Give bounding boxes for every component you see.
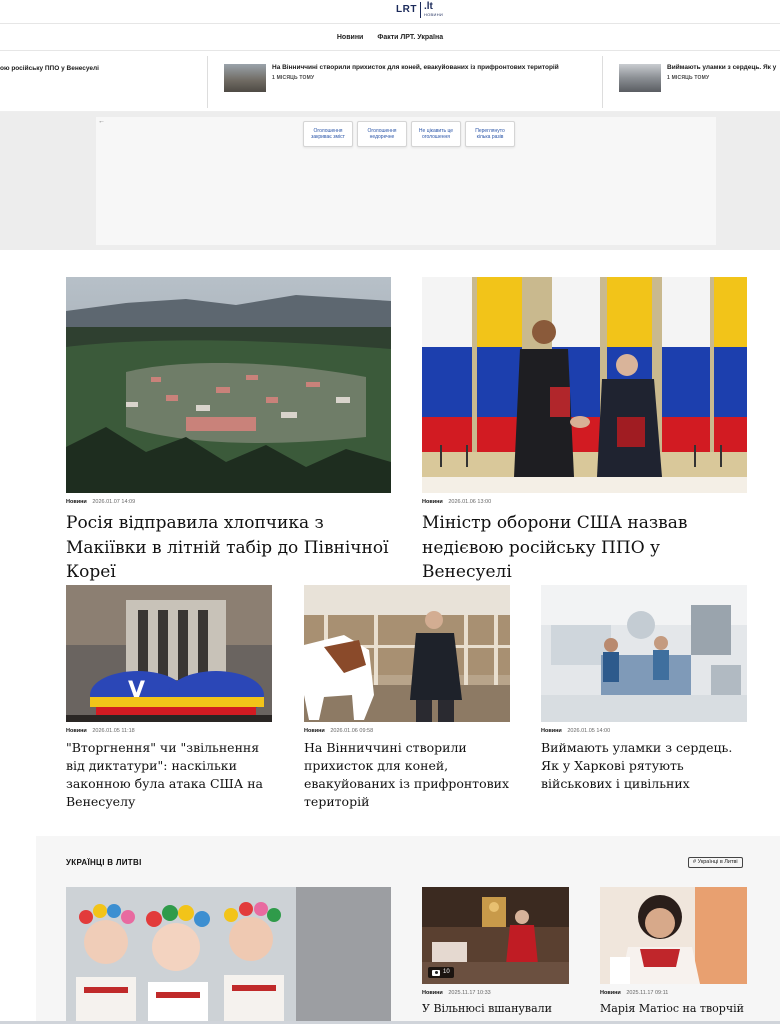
article-date: 2025.11.17 09:11 [626,990,669,996]
ad-band: ← Оголошення закриває зміст Оголошення н… [0,112,780,250]
logo-sub: НОВИНИ [423,12,444,17]
featured-article[interactable]: Новини 2026.01.06 13:00 Міністр оборони … [422,277,747,585]
ad-option-seen-multiple[interactable]: Переглянуто кілька разів [465,121,515,147]
ad-option-not-interested[interactable]: Не цікавить це оголошення [411,121,461,147]
logo-domain-block: .lt НОВИНИ [424,2,443,17]
ticker-title: На Вінниччині створили прихисток для кон… [272,64,559,71]
article-meta: Новини 2025.11.17 09:11 [600,990,747,996]
ticker-item[interactable]: Виймають уламки з сердець. Як у 1 МІСЯЦЬ… [619,64,776,100]
ticker-thumbnail [619,64,661,92]
logo-domain: .lt [423,1,433,12]
ticker-thumbnail [224,64,266,92]
article-image[interactable] [422,277,747,493]
featured-article[interactable]: Новини 2026.01.07 14:09 Росія відправила… [66,277,391,585]
landscape-photo [66,277,391,493]
article-image[interactable]: V [66,585,272,722]
nav-item-news[interactable]: Новини [337,34,363,41]
top-bar: LRT .lt НОВИНИ [0,0,780,24]
article-headline[interactable]: "Вторгнення" чи "звільнення від диктатур… [66,739,272,812]
operating-room-photo [541,585,747,722]
article-image[interactable] [304,585,510,722]
ad-back-arrow[interactable]: ← [98,118,105,125]
article-headline[interactable]: Виймають уламки з сердець. Як у Харкові … [541,739,747,793]
ad-option-inappropriate[interactable]: Оголошення недоречне [357,121,407,147]
article-date: 2026.01.06 13:00 [448,499,492,505]
article-date: 2026.01.05 11:18 [92,728,135,734]
ticker-item[interactable]: На Вінниччині створили прихисток для кон… [224,64,559,100]
article-meta: Новини 2026.01.06 13:00 [422,499,747,505]
logo-main: LRT [396,4,417,15]
article-category[interactable]: Новини [66,499,87,505]
ad-feedback-options: Оголошення закриває зміст Оголошення нед… [303,121,515,147]
article-image[interactable] [600,887,747,984]
article-image[interactable]: 10 [422,887,569,984]
article-card[interactable]: Новини 2026.01.06 09:58 На Вінниччині ст… [304,585,510,812]
article-meta: Новини 2026.01.07 14:09 [66,499,391,505]
portrait-woman-photo [600,887,747,984]
article-category[interactable]: Новини [304,728,325,734]
ticker-divider [602,56,603,108]
article-date: 2026.01.06 09:58 [330,728,374,734]
article-meta: Новини 2026.01.05 14:00 [541,728,747,734]
nav-item-facts-ukraine[interactable]: Факти ЛРТ. Україна [377,34,443,41]
article-meta: Новини 2025.11.17 10:33 [422,990,569,996]
caps-photo: V [66,585,272,722]
ticker-item[interactable]: ою російську ППО у Венесуелі [0,65,99,101]
section-featured-article[interactable] [66,887,391,1024]
article-card[interactable]: V Новини 2026.01.05 11:18 "Вторгнення" ч… [66,585,272,812]
ad-option-covers-content[interactable]: Оголошення закриває зміст [303,121,353,147]
gallery-count: 10 [443,969,450,975]
svg-text:V: V [128,678,145,703]
article-meta: Новини 2026.01.05 11:18 [66,728,272,734]
article-headline[interactable]: Росія відправила хлопчика з Макіївки в л… [66,511,391,585]
section-title[interactable]: УКРАЇНЦІ В ЛИТВІ [66,858,142,867]
article-date: 2026.01.05 14:00 [567,728,611,734]
section-article-card[interactable]: 10 Новини 2025.11.17 10:33 У Вільнюсі вш… [422,887,569,1024]
ticker-title: ою російську ППО у Венесуелі [0,65,99,72]
article-category[interactable]: Новини [600,990,621,996]
main-nav: Новини Факти ЛРТ. Україна [0,25,780,51]
article-card[interactable]: Новини 2026.01.05 14:00 Виймають уламки … [541,585,747,793]
horse-stable-photo [304,585,510,722]
article-category[interactable]: Новини [422,990,443,996]
article-image[interactable] [541,585,747,722]
section-ukrainians-in-lithuania: УКРАЇНЦІ В ЛИТВІ # Українці в Литві 10 Н… [36,836,780,1024]
article-date: 2026.01.07 14:09 [92,499,136,505]
ad-slot: ← Оголошення закриває зміст Оголошення н… [96,117,716,245]
section-tag[interactable]: # Українці в Литві [688,857,743,868]
article-headline[interactable]: Марія Матіос на творчій [600,1001,747,1016]
news-ticker: ою російську ППО у Венесуелі На Вінниччи… [0,52,780,112]
lrt-logo[interactable]: LRT .lt НОВИНИ [396,2,443,22]
article-category[interactable]: Новини [541,728,562,734]
article-meta: Новини 2026.01.06 09:58 [304,728,510,734]
article-category[interactable]: Новини [66,728,87,734]
logo-divider [419,2,421,18]
article-image[interactable] [66,887,391,1024]
gallery-count-badge: 10 [428,967,454,978]
flags-handshake-photo [422,277,747,493]
children-wreaths-photo [66,887,391,1024]
section-article-card[interactable]: Новини 2025.11.17 09:11 Марія Матіос на … [600,887,747,1016]
article-image[interactable] [66,277,391,493]
ticker-divider [207,56,208,108]
article-headline[interactable]: На Вінниччині створили прихисток для кон… [304,739,510,812]
camera-icon [432,969,440,976]
ticker-title: Виймають уламки з сердець. Як у [667,64,777,71]
article-category[interactable]: Новини [422,499,443,505]
ticker-age: 1 МІСЯЦЬ ТОМУ [272,75,315,82]
article-date: 2025.11.17 10:33 [448,990,491,996]
ticker-age: 1 МІСЯЦЬ ТОМУ [667,75,710,82]
article-headline[interactable]: Міністр оборони США назвав недієвою росі… [422,511,747,585]
